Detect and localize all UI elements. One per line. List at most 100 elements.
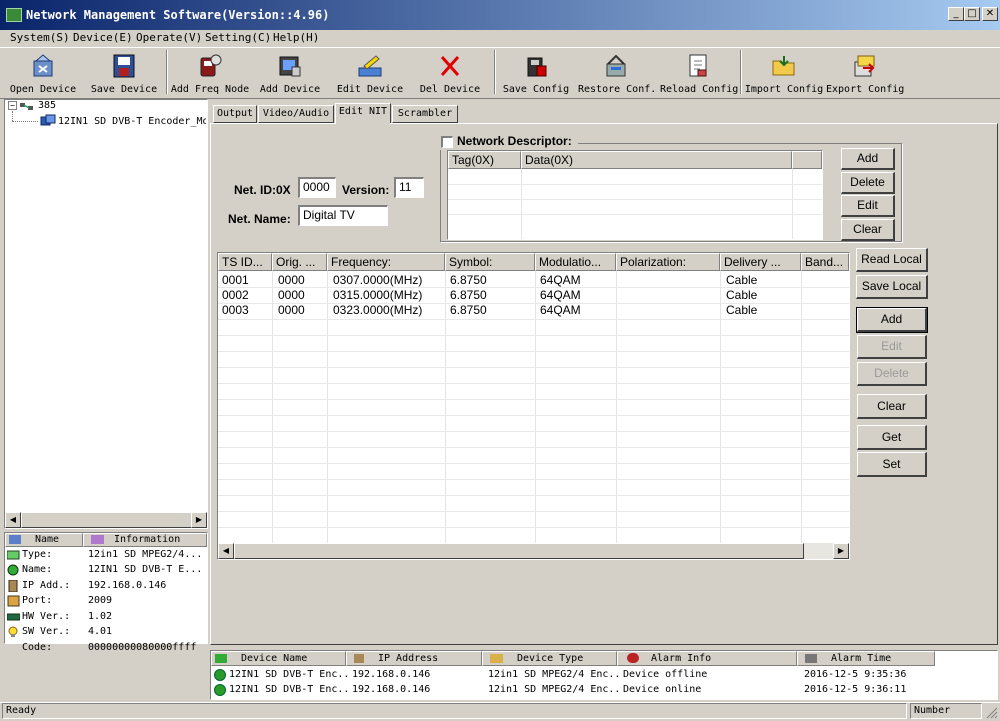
frequency-cell: 0307.0000(MHz)	[333, 273, 423, 287]
save-local-button[interactable]: Save Local	[856, 275, 928, 299]
device-tree	[4, 99, 208, 529]
menu-device[interactable]: Device(E)	[73, 30, 133, 47]
descriptor-header-data[interactable]: Data(0X)	[521, 151, 792, 169]
alarm-header-alarm-info[interactable]: Alarm Info	[617, 651, 797, 666]
info-value-name: 12IN1 SD DVB-T E...	[88, 564, 203, 575]
ts-header-band[interactable]: Band...	[801, 253, 849, 271]
descriptor-clear-button[interactable]: Clear	[841, 219, 895, 241]
alarm-info: Device online	[623, 684, 702, 695]
reload-config-button[interactable]: Reload Config	[660, 50, 738, 96]
network-node-icon	[20, 101, 34, 112]
scroll-right-arrow[interactable]: ▶	[191, 512, 207, 528]
tab-scrambler[interactable]: Scrambler	[392, 105, 458, 123]
title-bar: Network Management Software(Version::4.9…	[0, 0, 1000, 30]
tree-collapse-toggle[interactable]: −	[8, 101, 17, 110]
descriptor-delete-button[interactable]: Delete	[841, 172, 895, 194]
alarm-time: 2016-12-5 9:36:11	[804, 684, 907, 695]
tree-root-label[interactable]: 385	[38, 100, 56, 111]
ts-edit-button[interactable]: Edit	[857, 335, 927, 359]
ts-header-ts-id[interactable]: TS ID...	[218, 253, 272, 271]
scroll-left-arrow[interactable]: ◀	[5, 512, 21, 528]
alarm-header-device-name[interactable]: Device Name	[211, 651, 346, 666]
export-config-button[interactable]: Export Config	[826, 50, 904, 96]
maximize-button[interactable]: □	[964, 7, 980, 21]
ts-delete-button[interactable]: Delete	[857, 362, 927, 386]
tree-device-label[interactable]: 12IN1 SD DVB-T Encoder_Modu	[58, 116, 206, 127]
menu-operate[interactable]: Operate(V)	[136, 30, 202, 47]
ts-header-polarization[interactable]: Polarization:	[616, 253, 720, 271]
descriptor-add-button[interactable]: Add	[841, 148, 895, 170]
menu-system[interactable]: System(S)	[10, 30, 70, 47]
tab-edit-nit[interactable]: Edit NIT	[335, 103, 391, 124]
frequency-cell: 0315.0000(MHz)	[333, 288, 423, 302]
info-header-name[interactable]: Name	[5, 533, 83, 547]
scroll-right-arrow[interactable]: ▶	[833, 543, 849, 559]
set-button[interactable]: Set	[857, 452, 927, 477]
info-name-code: Code:	[22, 642, 53, 653]
alarm-device-name: 12IN1 SD DVB-T Enc...	[229, 684, 347, 695]
network-descriptor-checkbox[interactable]	[441, 136, 453, 148]
ts-id-cell: 0003	[222, 303, 249, 317]
tab-video-audio[interactable]: Video/Audio	[258, 105, 334, 123]
net-id-input[interactable]: 0000	[298, 177, 336, 198]
descriptor-header-filler	[792, 151, 822, 169]
scroll-left-arrow[interactable]: ◀	[218, 543, 234, 559]
edit-device-button[interactable]: Edit Device	[334, 50, 406, 96]
ts-header-symbol[interactable]: Symbol:	[445, 253, 535, 271]
del-device-button[interactable]: Del Device	[416, 50, 484, 96]
alarm-row[interactable]: 12IN1 SD DVB-T Enc... 192.168.0.146 12in…	[211, 683, 997, 698]
version-input[interactable]: 11	[394, 177, 424, 198]
info-value-port: 2009	[88, 595, 113, 606]
ts-add-button[interactable]: Add	[856, 307, 928, 333]
descriptor-header-tag[interactable]: Tag(0X)	[448, 151, 521, 169]
symbol-cell: 6.8750	[450, 303, 487, 317]
ts-header-frequency[interactable]: Frequency:	[327, 253, 445, 271]
ts-header-modulation[interactable]: Modulatio...	[535, 253, 616, 271]
alarm-time-column-icon	[805, 653, 817, 663]
save-device-button[interactable]: Save Device	[88, 50, 160, 96]
ts-header-orig[interactable]: Orig. ...	[272, 253, 327, 271]
ts-id-cell: 0001	[222, 273, 249, 287]
ts-header-delivery[interactable]: Delivery ...	[720, 253, 801, 271]
add-device-button[interactable]: Add Device	[256, 50, 324, 96]
alarm-row[interactable]: 12IN1 SD DVB-T Enc... 192.168.0.146 12in…	[211, 668, 997, 683]
close-button[interactable]: ✕	[982, 7, 998, 21]
alarm-header-device-type[interactable]: Device Type	[482, 651, 617, 666]
alarm-header-ip-address[interactable]: IP Address	[346, 651, 482, 666]
open-device-button[interactable]: Open Device	[6, 50, 80, 96]
symbol-cell: 6.8750	[450, 273, 487, 287]
alarm-header-alarm-time[interactable]: Alarm Time	[797, 651, 935, 666]
import-config-button[interactable]: Import Config	[744, 50, 824, 96]
tab-output[interactable]: Output	[213, 105, 257, 123]
resize-grip-icon[interactable]	[984, 705, 998, 719]
delivery-cell: Cable	[726, 303, 758, 317]
grid-line	[218, 367, 849, 368]
net-name-input[interactable]: Digital TV	[298, 205, 388, 226]
ts-clear-button[interactable]: Clear	[857, 394, 927, 419]
save-config-button[interactable]: Save Config	[500, 50, 572, 96]
descriptor-edit-button[interactable]: Edit	[841, 195, 895, 217]
scroll-thumb[interactable]	[234, 543, 804, 559]
net-name-label: Net. Name:	[228, 212, 291, 226]
polarization-cell	[616, 273, 720, 288]
alarm-info: Device offline	[623, 669, 708, 680]
menu-help[interactable]: Help(H)	[273, 30, 319, 47]
table-row[interactable]: 0003 0000 0323.0000(MHz) 6.8750 64QAM Ca…	[218, 303, 849, 318]
add-freq-node-button[interactable]: Add Freq Node	[170, 50, 250, 96]
save-config-icon	[527, 57, 547, 77]
scroll-thumb[interactable]	[21, 512, 195, 528]
grid-line	[218, 479, 849, 480]
orig-cell: 0000	[278, 303, 305, 317]
info-value-ip: 192.168.0.146	[88, 580, 167, 591]
minimize-button[interactable]: _	[948, 7, 964, 21]
table-row[interactable]: 0002 0000 0315.0000(MHz) 6.8750 64QAM Ca…	[218, 288, 849, 303]
information-column-icon	[91, 534, 104, 544]
device-name-column-icon	[215, 653, 227, 663]
menu-setting[interactable]: Setting(C)	[205, 30, 271, 47]
delivery-cell: Cable	[726, 273, 758, 287]
table-row[interactable]: 0001 0000 0307.0000(MHz) 6.8750 64QAM Ca…	[218, 273, 849, 288]
read-local-button[interactable]: Read Local	[856, 248, 928, 272]
info-header-information[interactable]: Information	[83, 533, 207, 547]
restore-config-button[interactable]: Restore Conf.	[578, 50, 656, 96]
get-button[interactable]: Get	[857, 425, 927, 450]
